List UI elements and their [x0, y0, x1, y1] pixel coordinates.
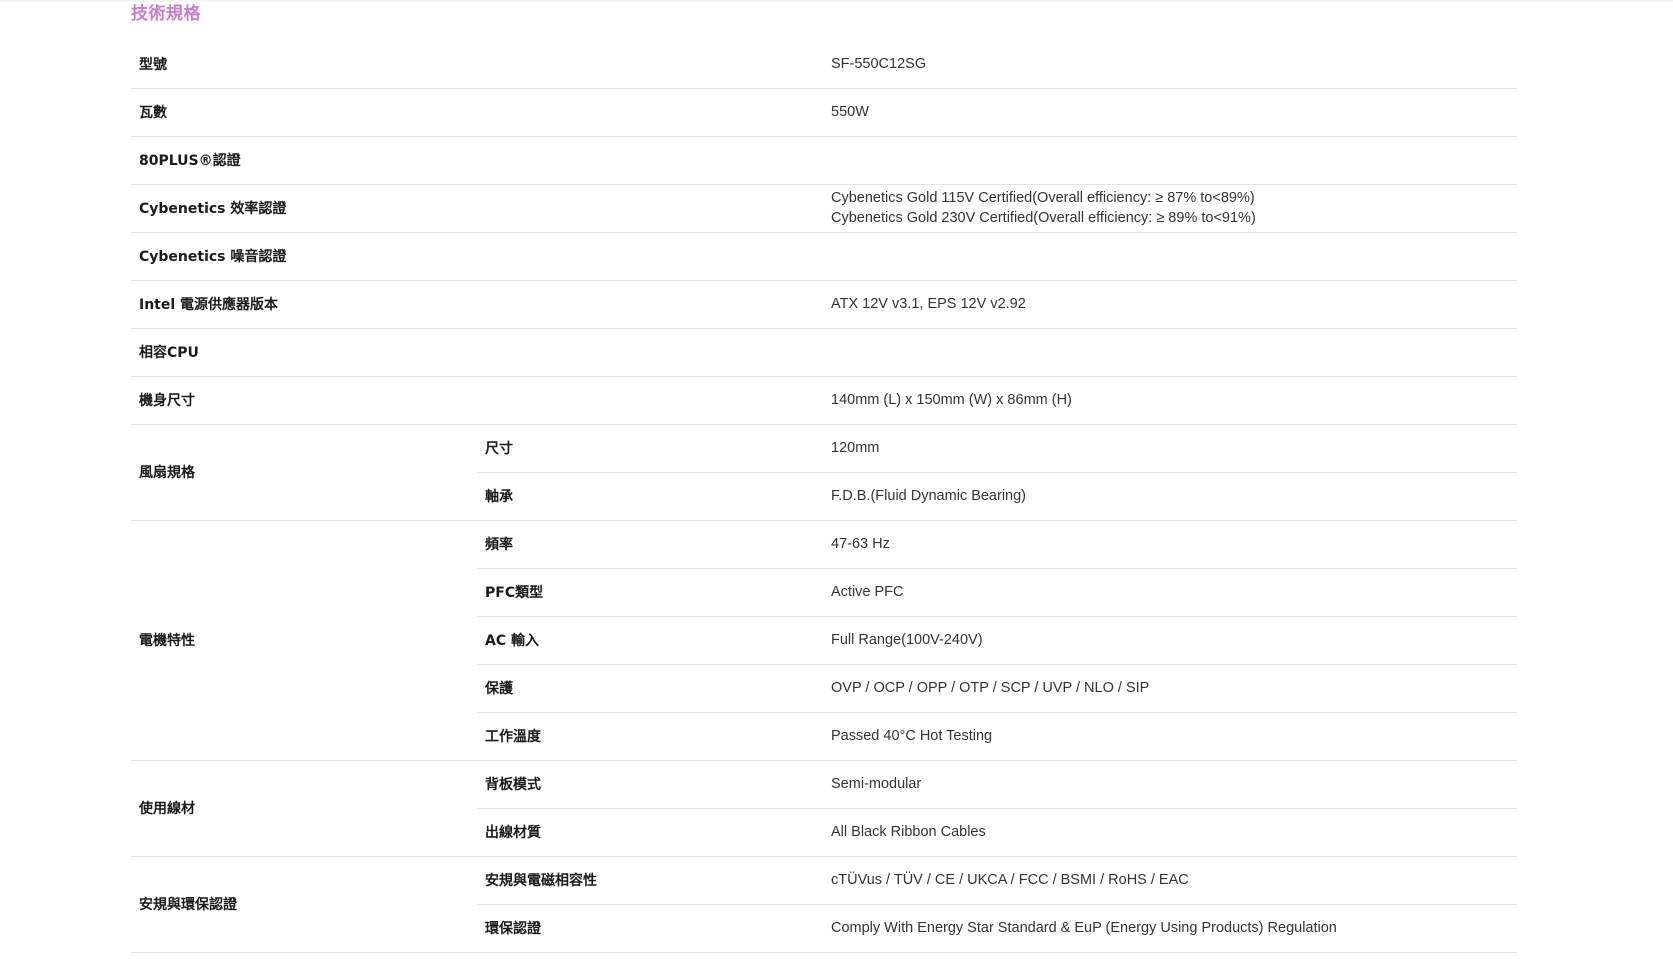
spec-group-certification: 安規與環保認證	[131, 856, 477, 953]
table-row: Cybenetics 效率認證 Cybenetics Gold 115V Cer…	[131, 184, 1517, 233]
spec-sublabel-operating-temp: 工作溫度	[477, 712, 823, 761]
spec-sublabel-ac-input: AC 輸入	[477, 616, 823, 665]
table-row: 機身尺寸 140mm (L) x 150mm (W) x 86mm (H)	[131, 376, 1517, 425]
efficiency-line-115v: Cybenetics Gold 115V Certified(Overall e…	[831, 190, 1255, 206]
spec-group-cables: 使用線材	[131, 760, 477, 857]
spec-value-fan-size: 120mm	[823, 424, 1517, 473]
spec-table: 型號 SF-550C12SG 瓦數 550W 80PLUS®認證 Cybenet…	[131, 40, 1517, 953]
spec-value-dimensions: 140mm (L) x 150mm (W) x 86mm (H)	[823, 376, 1517, 425]
spec-label-wattage: 瓦數	[131, 88, 823, 137]
spec-value-80plus	[823, 136, 1517, 185]
table-row: 安規與環保認證 安規與電磁相容性 cTÜVus / TÜV / CE / UKC…	[131, 856, 1517, 953]
table-row: 型號 SF-550C12SG	[131, 40, 1517, 89]
spec-value-wattage: 550W	[823, 88, 1517, 137]
spec-value-backplate: Semi-modular	[823, 760, 1517, 809]
table-row: 風扇規格 尺寸 120mm	[131, 424, 1517, 521]
spec-group-electrical: 電機特性	[131, 520, 477, 761]
table-row: 相容CPU	[131, 328, 1517, 377]
spec-value-protection: OVP / OCP / OPP / OTP / SCP / UVP / NLO …	[823, 664, 1517, 713]
spec-value-pfc: Active PFC	[823, 568, 1517, 617]
spec-label-80plus: 80PLUS®認證	[131, 136, 823, 185]
spec-sublabel-backplate: 背板模式	[477, 760, 823, 809]
spec-value-model: SF-550C12SG	[823, 40, 1517, 89]
spec-value-frequency: 47-63 Hz	[823, 520, 1517, 569]
spec-sublabel-pfc: PFC類型	[477, 568, 823, 617]
spec-sublabel-eco: 環保認證	[477, 904, 823, 953]
spec-label-cybenetics-efficiency: Cybenetics 效率認證	[131, 184, 823, 233]
spec-sublabel-frequency: 頻率	[477, 520, 823, 569]
spec-page: 技術規格 型號 SF-550C12SG 瓦數 550W 80PLUS®認證 Cy…	[0, 0, 1673, 964]
spec-sublabel-cable-material: 出線材質	[477, 808, 823, 857]
top-divider	[0, 0, 1673, 2]
spec-value-eco: Comply With Energy Star Standard & EuP (…	[823, 904, 1517, 953]
spec-sublabel-safety: 安規與電磁相容性	[477, 856, 823, 905]
spec-value-cybenetics-efficiency: Cybenetics Gold 115V Certified(Overall e…	[823, 184, 1517, 233]
spec-value-intel: ATX 12V v3.1, EPS 12V v2.92	[823, 280, 1517, 329]
spec-value-cybenetics-noise	[823, 232, 1517, 281]
spec-group-fan: 風扇規格	[131, 424, 477, 521]
table-row: 使用線材 背板模式 Semi-modular	[131, 760, 1517, 857]
spec-sublabel-fan-bearing: 軸承	[477, 472, 823, 521]
table-row: Intel 電源供應器版本 ATX 12V v3.1, EPS 12V v2.9…	[131, 280, 1517, 329]
spec-sublabel-protection: 保護	[477, 664, 823, 713]
spec-label-intel: Intel 電源供應器版本	[131, 280, 823, 329]
table-row: 80PLUS®認證	[131, 136, 1517, 185]
spec-value-cpu	[823, 328, 1517, 377]
spec-label-model: 型號	[131, 40, 823, 89]
table-row: Cybenetics 噪音認證	[131, 232, 1517, 281]
spec-value-cable-material: All Black Ribbon Cables	[823, 808, 1517, 857]
spec-label-dimensions: 機身尺寸	[131, 376, 823, 425]
spec-value-operating-temp: Passed 40°C Hot Testing	[823, 712, 1517, 761]
table-row: 電機特性 頻率 47-63 Hz	[131, 520, 1517, 761]
spec-label-cybenetics-noise: Cybenetics 噪音認證	[131, 232, 823, 281]
table-row: 瓦數 550W	[131, 88, 1517, 137]
spec-label-cpu: 相容CPU	[131, 328, 823, 377]
spec-value-fan-bearing: F.D.B.(Fluid Dynamic Bearing)	[823, 472, 1517, 521]
spec-value-safety: cTÜVus / TÜV / CE / UKCA / FCC / BSMI / …	[823, 856, 1517, 905]
efficiency-line-230v: Cybenetics Gold 230V Certified(Overall e…	[831, 210, 1256, 226]
spec-sublabel-fan-size: 尺寸	[477, 424, 823, 473]
spec-value-ac-input: Full Range(100V-240V)	[823, 616, 1517, 665]
section-title: 技術規格	[131, 4, 201, 24]
